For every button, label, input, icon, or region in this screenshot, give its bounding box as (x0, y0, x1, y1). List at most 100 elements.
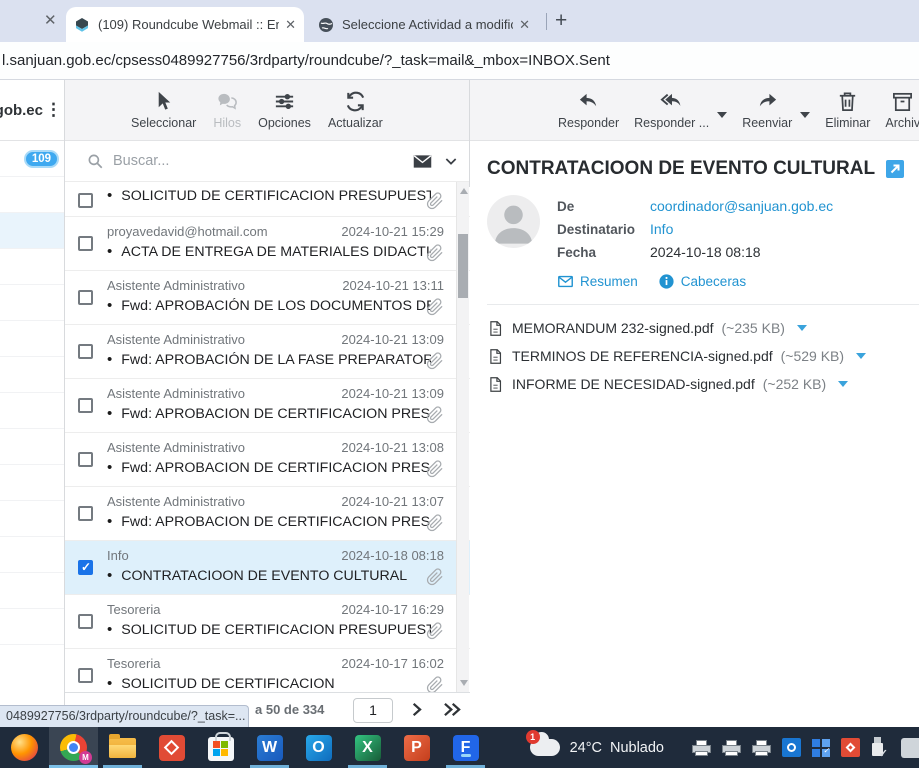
new-tab-button[interactable]: + (555, 7, 567, 35)
remote-app-tray-icon[interactable] (841, 738, 860, 757)
attachment-name[interactable]: INFORME DE NECESIDAD-signed.pdf (512, 376, 755, 392)
row-subject: Fwd: APROBACION DE CERTIFICACION PRESU..… (121, 514, 431, 530)
tray-partial-icon[interactable] (901, 738, 919, 758)
folder-item[interactable] (0, 501, 64, 537)
attachment-menu-caret-icon[interactable] (838, 381, 848, 387)
message-row[interactable]: proyavedavid@hotmail.com 2024-10-21 15:2… (65, 217, 470, 271)
headers-link[interactable]: Cabeceras (658, 273, 746, 290)
scope-envelope-icon[interactable] (412, 151, 433, 172)
message-row[interactable]: Asistente Administrativo 2024-10-21 13:0… (65, 433, 470, 487)
attachment-name[interactable]: TERMINOS DE REFERENCIA-signed.pdf (512, 348, 773, 364)
taskbar-weather[interactable]: 1 24°C Nublado (530, 739, 664, 756)
scroll-up-icon[interactable] (460, 188, 468, 194)
header-value[interactable]: 2024-10-18 08:18 (650, 241, 761, 264)
folder-item[interactable] (0, 537, 64, 573)
open-in-new-window-icon[interactable] (886, 160, 904, 178)
taskbar-firefox[interactable] (0, 727, 49, 768)
row-checkbox[interactable] (78, 452, 93, 467)
apps-grid-icon[interactable] (812, 739, 830, 757)
message-row[interactable]: Tesoreria 2024-10-17 16:02 • SOLICITUD D… (65, 649, 470, 692)
row-checkbox[interactable] (78, 506, 93, 521)
folder-item[interactable] (0, 429, 64, 465)
options-button[interactable]: Opciones (258, 90, 311, 130)
refresh-button[interactable]: Actualizar (328, 90, 383, 130)
folder-item[interactable] (0, 285, 64, 321)
folder-item-inbox[interactable]: 109 (0, 141, 64, 177)
row-checkbox[interactable] (78, 193, 93, 208)
taskbar-forms[interactable]: F (441, 727, 490, 768)
printer-icon[interactable] (692, 740, 711, 756)
list-scrollbar[interactable] (456, 182, 469, 692)
folder-item[interactable] (0, 177, 64, 213)
folder-item[interactable] (0, 321, 64, 357)
close-tab-icon[interactable]: ✕ (519, 17, 530, 33)
folder-item[interactable] (0, 393, 64, 429)
taskbar-remote-app[interactable] (147, 727, 196, 768)
reply-all-button[interactable]: Responder ... (634, 90, 709, 130)
message-row[interactable]: • SOLICITUD DE CERTIFICACION PRESUPUESTA… (65, 187, 470, 217)
folder-item[interactable] (0, 609, 64, 645)
attachment-item[interactable]: INFORME DE NECESIDAD-signed.pdf (~252 KB… (487, 370, 919, 398)
printer-icon[interactable] (752, 740, 771, 756)
message-row[interactable]: Asistente Administrativo 2024-10-21 13:0… (65, 487, 470, 541)
row-checkbox[interactable] (78, 290, 93, 305)
forward-button[interactable]: Reenviar (742, 90, 792, 130)
attachment-menu-caret-icon[interactable] (797, 325, 807, 331)
usb-icon[interactable]: ✓ (871, 737, 884, 758)
header-value[interactable]: coordinador@sanjuan.gob.ec (650, 195, 833, 218)
header-value[interactable]: Info (650, 218, 673, 241)
menu-kebab-icon[interactable]: ⋮ (45, 100, 61, 120)
last-page-icon[interactable] (441, 701, 463, 718)
folder-item[interactable] (0, 465, 64, 501)
next-page-icon[interactable] (408, 701, 425, 718)
taskbar-excel[interactable]: X (343, 727, 392, 768)
row-checkbox[interactable] (78, 668, 93, 683)
message-row[interactable]: Tesoreria 2024-10-17 16:29 • SOLICITUD D… (65, 595, 470, 649)
attachment-item[interactable]: MEMORANDUM 232-signed.pdf (~235 KB) (487, 314, 919, 342)
forward-caret-icon[interactable] (800, 112, 810, 118)
reply-button[interactable]: Responder (558, 90, 619, 130)
summary-link[interactable]: Resumen (557, 273, 638, 290)
tab-actividad[interactable]: Seleccione Actividad a modifica ✕ (310, 7, 538, 42)
attachment-item[interactable]: TERMINOS DE REFERENCIA-signed.pdf (~529 … (487, 342, 919, 370)
taskbar-powerpoint[interactable]: P (392, 727, 441, 768)
row-checkbox[interactable] (78, 614, 93, 629)
folder-item[interactable] (0, 249, 64, 285)
row-checkbox[interactable] (78, 236, 93, 251)
camera-app-icon[interactable] (782, 738, 801, 757)
row-checkbox[interactable] (78, 344, 93, 359)
tab-roundcube[interactable]: (109) Roundcube Webmail :: Env ✕ (66, 7, 304, 42)
taskbar-file-explorer[interactable] (98, 727, 147, 768)
taskbar-outlook[interactable]: O (294, 727, 343, 768)
printer-icon[interactable] (722, 740, 741, 756)
search-input[interactable] (113, 153, 412, 169)
taskbar-microsoft-store[interactable] (196, 727, 245, 768)
scroll-down-icon[interactable] (460, 680, 468, 686)
attachment-name[interactable]: MEMORANDUM 232-signed.pdf (512, 320, 714, 336)
reply-all-caret-icon[interactable] (717, 112, 727, 118)
folder-item[interactable] (0, 573, 64, 609)
row-checkbox[interactable] (78, 398, 93, 413)
delete-button[interactable]: Eliminar (825, 90, 870, 130)
folder-item[interactable] (0, 357, 64, 393)
archive-button[interactable]: Archiv (885, 90, 919, 130)
close-tab-icon[interactable]: ✕ (285, 17, 296, 33)
folder-item-selected[interactable] (0, 213, 64, 249)
taskbar-chrome[interactable]: M (49, 727, 98, 768)
threads-button[interactable]: Hilos (213, 90, 241, 130)
message-row[interactable]: Asistente Administrativo 2024-10-21 13:0… (65, 325, 470, 379)
page-number-input[interactable]: 1 (353, 698, 393, 723)
message-row[interactable]: Asistente Administrativo 2024-10-21 13:0… (65, 379, 470, 433)
search-icon (86, 152, 104, 170)
scrollbar-thumb[interactable] (458, 234, 468, 298)
chevron-down-icon[interactable] (443, 153, 459, 169)
select-button[interactable]: Seleccionar (131, 90, 196, 130)
taskbar-word[interactable]: W (245, 727, 294, 768)
message-row[interactable]: Asistente Administrativo 2024-10-21 13:1… (65, 271, 470, 325)
attachment-menu-caret-icon[interactable] (856, 353, 866, 359)
pdf-file-icon (487, 319, 504, 338)
row-checkbox[interactable] (78, 560, 93, 575)
message-row[interactable]: Info 2024-10-18 08:18 • CONTRATACIOON DE… (65, 541, 470, 595)
close-tab-icon[interactable]: ✕ (44, 11, 57, 29)
url-bar[interactable]: l.sanjuan.gob.ec/cpsess0489927756/3rdpar… (0, 42, 919, 80)
